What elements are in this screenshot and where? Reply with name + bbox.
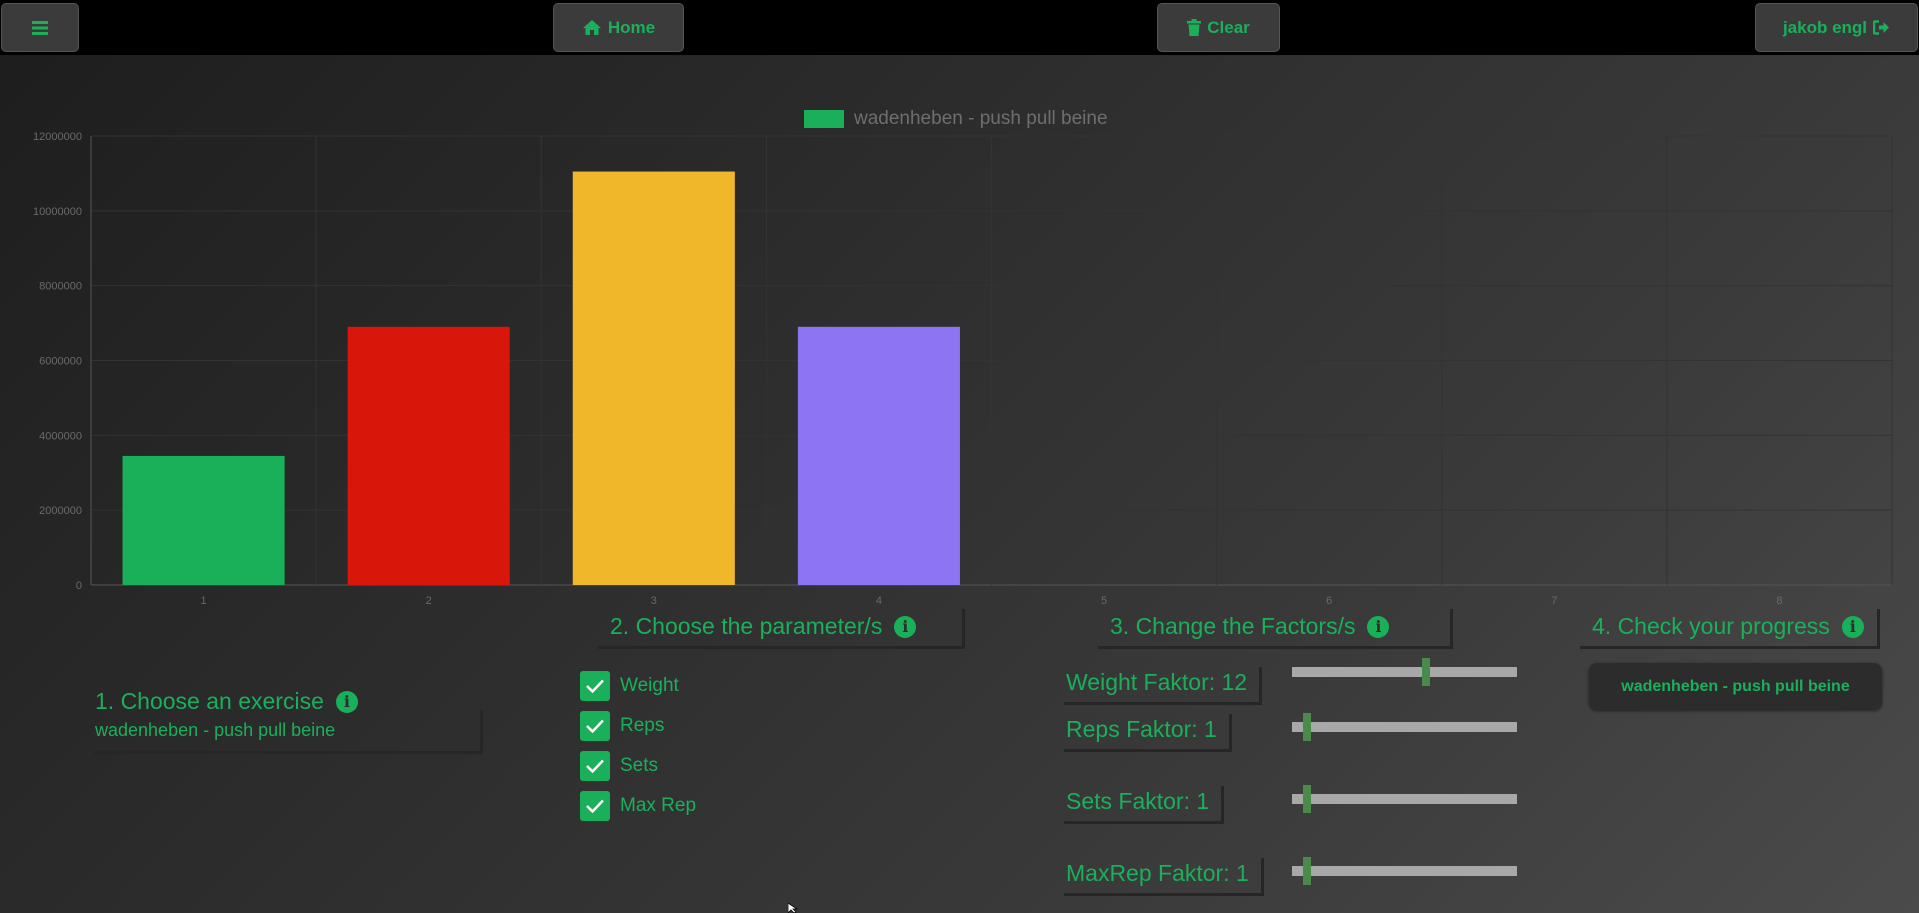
chart-bar bbox=[572, 171, 735, 585]
weight-factor-slider[interactable] bbox=[1292, 658, 1517, 686]
check-icon bbox=[586, 719, 604, 734]
parameter-section-title: 2. Choose the parameter/s i bbox=[598, 609, 965, 649]
trash-icon bbox=[1187, 19, 1202, 36]
selected-exercise: wadenheben - push pull beine bbox=[95, 720, 336, 740]
home-icon bbox=[582, 20, 601, 35]
param-label: Sets bbox=[620, 755, 659, 776]
chart-bar bbox=[122, 455, 285, 585]
clear-label: Clear bbox=[1207, 17, 1250, 37]
factors-section-title: 3. Change the Factors/s i bbox=[1098, 609, 1453, 649]
param-sets-checkbox[interactable]: Sets bbox=[580, 751, 658, 781]
x-tick-label: 6 bbox=[1326, 595, 1332, 607]
check-icon bbox=[586, 799, 604, 814]
exercise-select[interactable]: wadenheben - push pull beine bbox=[93, 710, 483, 754]
progress-section-heading: 4. Check your progress bbox=[1592, 613, 1830, 639]
y-tick-label: 10000000 bbox=[33, 206, 82, 218]
param-label: Reps bbox=[620, 715, 665, 736]
checkbox-checked[interactable] bbox=[580, 791, 610, 821]
param-reps-checkbox[interactable]: Reps bbox=[580, 711, 664, 741]
weight-factor-label: Weight Faktor: 12 bbox=[1064, 667, 1263, 705]
legend-swatch bbox=[804, 110, 844, 128]
info-icon[interactable]: i bbox=[894, 615, 917, 638]
reps-factor-label: Reps Faktor: 1 bbox=[1064, 714, 1232, 752]
x-tick-label: 4 bbox=[876, 595, 882, 607]
x-tick-label: 1 bbox=[201, 595, 207, 607]
check-progress-button[interactable]: wadenheben - push pull beine bbox=[1589, 663, 1882, 710]
user-name-label: jakob engl bbox=[1782, 17, 1868, 37]
home-button[interactable]: Home bbox=[553, 3, 684, 52]
y-tick-label: 6000000 bbox=[39, 356, 82, 368]
x-tick-label: 5 bbox=[1101, 595, 1107, 607]
user-logout-button[interactable]: jakob engl bbox=[1755, 3, 1918, 52]
y-tick-label: 8000000 bbox=[39, 281, 82, 293]
maxrep-factor-slider[interactable] bbox=[1292, 857, 1517, 885]
param-label: Weight bbox=[620, 675, 679, 696]
bar-chart: 0 2000000 4000000 6000000 8000000 10000000 120… bbox=[33, 131, 1893, 607]
param-weight-checkbox[interactable]: Weight bbox=[580, 671, 679, 701]
y-tick-label: 2000000 bbox=[39, 505, 82, 517]
param-maxrep-checkbox[interactable]: Max Rep bbox=[580, 791, 696, 821]
chart-legend: wadenheben - push pull beine bbox=[804, 108, 1108, 130]
home-label: Home bbox=[607, 17, 656, 37]
sets-factor-label: Sets Faktor: 1 bbox=[1064, 786, 1225, 824]
progress-section-title: 4. Check your progress i bbox=[1580, 609, 1880, 649]
slider-thumb[interactable] bbox=[1303, 785, 1311, 813]
progress-button-label: wadenheben - push pull beine bbox=[1621, 677, 1850, 695]
y-tick-label: 12000000 bbox=[33, 131, 82, 143]
x-tick-label: 3 bbox=[651, 595, 657, 607]
slider-thumb[interactable] bbox=[1303, 857, 1311, 885]
parameter-section-heading: 2. Choose the parameter/s bbox=[610, 613, 883, 639]
check-icon bbox=[586, 759, 604, 774]
checkbox-checked[interactable] bbox=[580, 671, 610, 701]
maxrep-factor-label: MaxRep Faktor: 1 bbox=[1064, 858, 1264, 896]
top-navbar: Home Clear jakob engl bbox=[0, 0, 1919, 55]
chart-bar bbox=[347, 326, 510, 585]
factors-section-heading: 3. Change the Factors/s bbox=[1110, 613, 1356, 639]
check-icon bbox=[586, 679, 604, 694]
checkbox-checked[interactable] bbox=[580, 751, 610, 781]
mouse-cursor-icon bbox=[788, 903, 798, 913]
reps-factor-slider[interactable] bbox=[1292, 713, 1517, 741]
x-tick-label: 8 bbox=[1776, 595, 1782, 607]
x-tick-label: 2 bbox=[426, 595, 432, 607]
info-icon[interactable]: i bbox=[1841, 615, 1864, 638]
legend-label: wadenheben - push pull beine bbox=[854, 108, 1108, 129]
param-label: Max Rep bbox=[620, 795, 697, 816]
y-tick-label: 0 bbox=[76, 580, 82, 592]
info-icon[interactable]: i bbox=[1367, 615, 1390, 638]
y-tick-label: 4000000 bbox=[39, 430, 82, 442]
sets-factor-slider[interactable] bbox=[1292, 785, 1517, 813]
sign-out-icon bbox=[1873, 20, 1890, 35]
progress-chart: 0 2000000 4000000 6000000 8000000 10000000 120… bbox=[0, 95, 1919, 615]
slider-thumb[interactable] bbox=[1303, 713, 1311, 741]
checkbox-checked[interactable] bbox=[580, 711, 610, 741]
slider-thumb[interactable] bbox=[1422, 658, 1430, 686]
hamburger-icon bbox=[32, 20, 48, 35]
clear-button[interactable]: Clear bbox=[1157, 3, 1280, 52]
menu-button[interactable] bbox=[1, 3, 79, 52]
chart-bar bbox=[797, 326, 960, 585]
x-tick-label: 7 bbox=[1551, 595, 1557, 607]
